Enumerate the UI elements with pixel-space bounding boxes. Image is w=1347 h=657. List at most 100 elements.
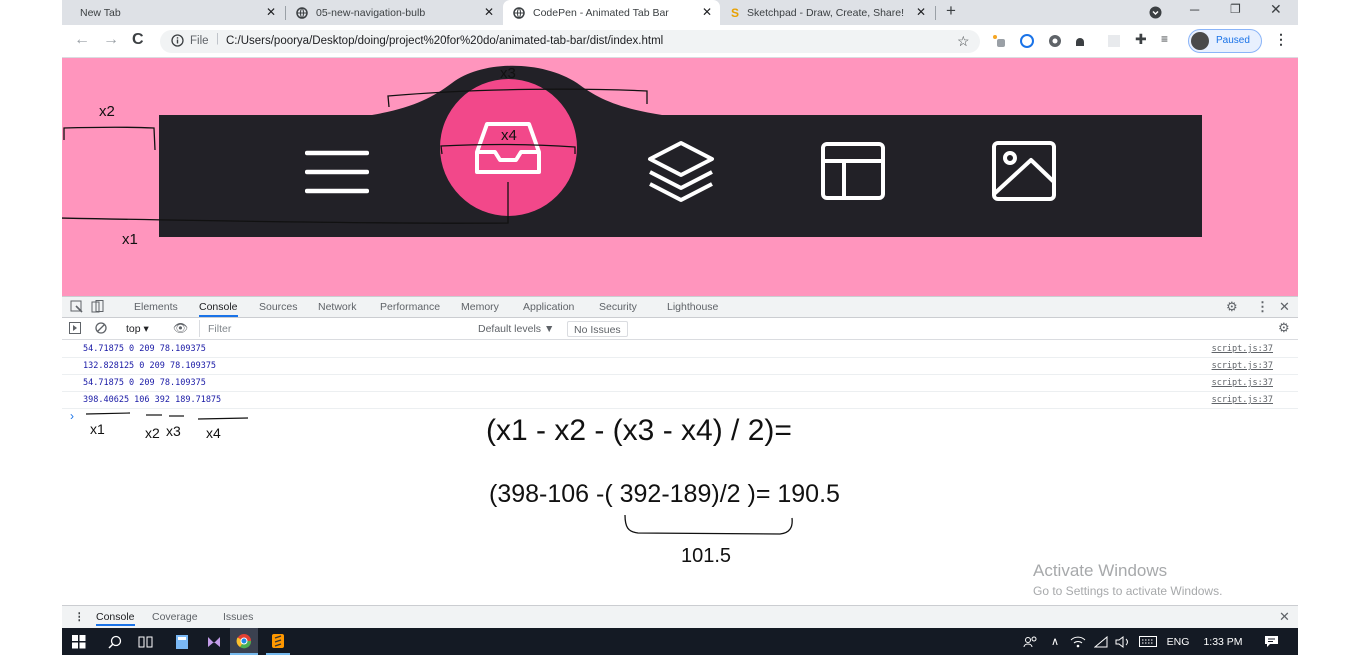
tab-sketchpad[interactable]: S Sketchpad - Draw, Create, Share! ✕ [721, 0, 934, 25]
watermark-subtitle: Go to Settings to activate Windows. [1033, 584, 1223, 598]
profile-button[interactable]: Paused [1188, 29, 1262, 53]
tab-codepen[interactable]: CodePen - Animated Tab Bar ✕ [503, 0, 720, 25]
devtools-tab-elements[interactable]: Elements [134, 301, 178, 313]
info-icon[interactable] [171, 34, 184, 47]
close-tab-icon[interactable]: ✕ [702, 5, 712, 19]
log-source-link[interactable]: script.js:37 [1212, 378, 1273, 388]
devtools-tab-lighthouse[interactable]: Lighthouse [667, 301, 718, 313]
input-language[interactable]: ENG [1165, 628, 1191, 655]
sidebar-toggle-icon[interactable] [69, 322, 81, 334]
address-bar[interactable]: File | C:/Users/poorya/Desktop/doing/pro… [160, 30, 980, 53]
extension-icon[interactable] [1020, 34, 1034, 48]
devtools-tab-sources[interactable]: Sources [259, 301, 298, 313]
device-toggle-icon[interactable] [91, 300, 104, 313]
clear-console-icon[interactable] [95, 322, 107, 334]
tab-search-icon[interactable] [1149, 6, 1162, 19]
log-source-link[interactable]: script.js:37 [1212, 395, 1273, 405]
extensions-puzzle-icon[interactable]: ✚ [1135, 31, 1147, 48]
devtools-close-icon[interactable]: ✕ [1279, 299, 1290, 315]
tab-title: 05-new-navigation-bulb [316, 6, 426, 19]
console-filter-input[interactable]: Filter [199, 320, 469, 337]
console-settings-icon[interactable]: ⚙ [1278, 320, 1290, 336]
brace-value: 101.5 [681, 545, 732, 567]
close-tab-icon[interactable]: ✕ [484, 5, 494, 19]
context-label: top [126, 323, 141, 335]
devtools-menu-icon[interactable]: ⋮ [1256, 299, 1269, 315]
formula-text: (x1 - x2 - (x3 - x4) / 2)= [486, 414, 792, 447]
avatar [1191, 32, 1209, 50]
network-icon[interactable] [1068, 628, 1088, 655]
scheme-divider: | [216, 33, 219, 45]
restore-icon[interactable]: ❐ [1230, 2, 1241, 16]
console-toolbar: top ▾ 👁 Filter Default levels ▼ No Issue… [62, 318, 1298, 340]
live-expression-eye-icon[interactable]: 👁 [173, 321, 188, 335]
page-viewport: x2 x3 x4 x1 [62, 58, 1298, 296]
new-tab-button[interactable]: + [946, 1, 956, 21]
log-levels-dropdown[interactable]: Default levels ▼ [478, 323, 554, 335]
task-view-icon[interactable] [133, 628, 159, 655]
notifications-icon[interactable] [1259, 628, 1283, 655]
drawer-tab-issues[interactable]: Issues [223, 611, 253, 623]
log-message: 54.71875 0 209 78.109375 [83, 344, 206, 354]
issues-badge[interactable]: No Issues [567, 321, 628, 337]
bookmark-star-icon[interactable]: ☆ [957, 33, 970, 50]
devtools-tab-performance[interactable]: Performance [380, 301, 440, 313]
extension-icon[interactable] [1107, 34, 1121, 48]
wifi-icon[interactable] [1091, 628, 1111, 655]
close-tab-icon[interactable]: ✕ [266, 5, 276, 19]
reading-list-icon[interactable]: ≡ [1161, 32, 1168, 46]
reload-icon[interactable]: C [132, 31, 144, 49]
extension-icon[interactable] [992, 34, 1006, 48]
extension-icon[interactable] [1048, 34, 1062, 48]
windows-taskbar: ∧ ENG 1:33 PM [62, 628, 1298, 655]
context-selector[interactable]: top ▾ [126, 323, 149, 335]
label-x3: x3 [166, 423, 181, 439]
windows-start-icon[interactable] [66, 628, 92, 655]
drawer-close-icon[interactable]: ✕ [1279, 609, 1290, 625]
keyboard-icon[interactable] [1137, 628, 1159, 655]
chrome-app-icon[interactable] [230, 628, 258, 655]
tab-navigation-bulb[interactable]: 05-new-navigation-bulb ✕ [286, 0, 502, 25]
visual-studio-icon[interactable] [201, 628, 227, 655]
annotation-x4: x4 [501, 127, 517, 144]
console-log-row: 54.71875 0 209 78.109375 script.js:37 [62, 341, 1298, 358]
devtools-tab-memory[interactable]: Memory [461, 301, 499, 313]
clock-time[interactable]: 1:33 PM [1199, 628, 1247, 655]
people-icon[interactable] [1020, 628, 1040, 655]
log-source-link[interactable]: script.js:37 [1212, 361, 1273, 371]
forward-icon[interactable]: → [103, 31, 119, 49]
minimize-icon[interactable]: ─ [1190, 2, 1199, 17]
url-text: C:/Users/poorya/Desktop/doing/project%20… [226, 35, 664, 47]
activate-windows-watermark: Activate Windows Go to Settings to activ… [1033, 561, 1222, 598]
inspect-element-icon[interactable] [70, 300, 83, 313]
tab-title: New Tab [80, 6, 121, 19]
calculation-mid: 392-189)/2 ) [612, 480, 756, 508]
devtools-tab-bar: Elements Console Sources Network Perform… [62, 296, 1298, 318]
calculation-brace [624, 514, 793, 535]
devtools-tab-security[interactable]: Security [599, 301, 637, 313]
drawer-tab-console[interactable]: Console [96, 611, 135, 626]
calculator-app-icon[interactable] [169, 628, 195, 655]
globe-icon [296, 6, 308, 19]
browser-menu-icon[interactable]: ⋮ [1274, 31, 1288, 48]
tray-expand-icon[interactable]: ∧ [1047, 628, 1063, 655]
close-window-icon[interactable]: ✕ [1270, 1, 1282, 18]
drawer-tab-coverage[interactable]: Coverage [152, 611, 198, 623]
tab-new-tab[interactable]: New Tab ✕ [62, 0, 284, 25]
devtools-tab-network[interactable]: Network [318, 301, 357, 313]
console-log-row: 132.828125 0 209 78.109375 script.js:37 [62, 358, 1298, 375]
log-source-link[interactable]: script.js:37 [1212, 344, 1273, 354]
browser-tab-strip: New Tab ✕ 05-new-navigation-bulb ✕ CodeP… [62, 0, 1298, 25]
close-tab-icon[interactable]: ✕ [916, 5, 926, 19]
drawer-menu-icon[interactable]: ⋮ [74, 611, 85, 623]
devtools-tab-application[interactable]: Application [523, 301, 574, 313]
globe-icon [513, 6, 525, 19]
search-icon[interactable] [102, 628, 128, 655]
extension-icon[interactable] [1075, 34, 1085, 48]
volume-icon[interactable] [1113, 628, 1133, 655]
back-icon[interactable]: ← [74, 31, 90, 49]
annotation-x2: x2 [99, 103, 115, 120]
sublime-app-icon[interactable] [266, 628, 290, 655]
devtools-tab-console[interactable]: Console [199, 301, 238, 317]
devtools-settings-icon[interactable]: ⚙ [1226, 299, 1238, 315]
